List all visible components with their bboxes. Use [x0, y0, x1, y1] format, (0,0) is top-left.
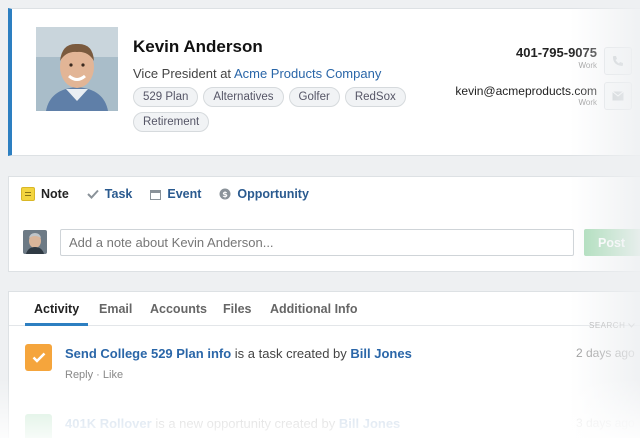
activity-tabs: Activity Email Accounts Files Additional… [9, 292, 640, 326]
check-icon [87, 189, 99, 199]
feed-actions[interactable]: Reply · Like [65, 369, 123, 381]
company-link[interactable]: Acme Products Company [234, 66, 381, 81]
tab-email[interactable]: Email [99, 302, 132, 316]
tab-accounts[interactable]: Accounts [150, 302, 207, 316]
search-toggle[interactable]: SEARCH [589, 321, 635, 330]
active-tab-indicator [25, 323, 88, 326]
tab-label: Note [41, 187, 69, 201]
tab-event[interactable]: Event [150, 187, 201, 201]
contact-title: Vice President at Acme Products Company [133, 66, 381, 81]
activity-composer: Note Task Event $ Opportunity Post [8, 176, 640, 272]
post-button[interactable]: Post [584, 229, 640, 256]
tag[interactable]: RedSox [344, 87, 406, 107]
feed-description: is a new opportunity created by [151, 416, 339, 431]
contact-name: Kevin Anderson [133, 37, 263, 56]
author-link[interactable]: Bill Jones [350, 346, 411, 361]
tab-note[interactable]: Note [21, 187, 69, 201]
feed-text: 401K Rollover is a new opportunity creat… [65, 416, 400, 431]
search-label: SEARCH [589, 321, 626, 330]
phone-icon [613, 56, 623, 66]
calendar-icon [150, 189, 162, 200]
tag-list: 529 Plan Alternatives Golfer RedSox Reti… [133, 87, 423, 132]
call-button[interactable] [604, 47, 632, 75]
tab-activity[interactable]: Activity [34, 302, 79, 316]
author-link[interactable]: Bill Jones [339, 416, 400, 431]
task-check-icon [25, 344, 52, 371]
composer-tabs: Note Task Event $ Opportunity [21, 187, 309, 201]
phone-type-label: Work [578, 61, 597, 70]
job-title: Vice President at [133, 66, 234, 81]
tab-additional-info[interactable]: Additional Info [270, 302, 357, 316]
opportunity-icon [25, 414, 52, 438]
note-input[interactable] [60, 229, 574, 256]
contact-card: Kevin Anderson Vice President at Acme Pr… [8, 8, 640, 156]
feed-text: Send College 529 Plan info is a task cre… [65, 346, 412, 361]
svg-text:$: $ [223, 190, 229, 199]
tab-opportunity[interactable]: $ Opportunity [219, 187, 309, 201]
tab-label: Opportunity [237, 187, 309, 201]
tag[interactable]: Retirement [133, 112, 210, 132]
contact-avatar[interactable] [36, 27, 118, 111]
contact-phone[interactable]: 401-795-9075 [432, 45, 597, 60]
feed-description: is a task created by [231, 346, 351, 361]
feed-timestamp: 3 days ago [576, 416, 635, 430]
tag[interactable]: Alternatives [203, 87, 284, 107]
contact-email[interactable]: kevin@acmeproducts.com [432, 84, 597, 98]
dollar-icon: $ [219, 188, 231, 200]
chevron-down-icon [628, 323, 635, 328]
tag[interactable]: 529 Plan [133, 87, 199, 107]
tab-label: Task [104, 187, 133, 201]
tab-task[interactable]: Task [87, 187, 133, 201]
opportunity-link[interactable]: 401K Rollover [65, 416, 152, 431]
note-icon [21, 187, 35, 201]
activity-panel: Activity Email Accounts Files Additional… [8, 291, 640, 438]
user-avatar [23, 230, 47, 254]
tab-label: Event [167, 187, 202, 201]
mail-icon [612, 91, 624, 101]
tab-files[interactable]: Files [223, 302, 252, 316]
tag[interactable]: Golfer [288, 87, 340, 107]
feed-timestamp: 2 days ago [576, 346, 635, 360]
task-link[interactable]: Send College 529 Plan info [65, 346, 231, 361]
email-type-label: Work [578, 98, 597, 107]
email-button[interactable] [604, 82, 632, 110]
